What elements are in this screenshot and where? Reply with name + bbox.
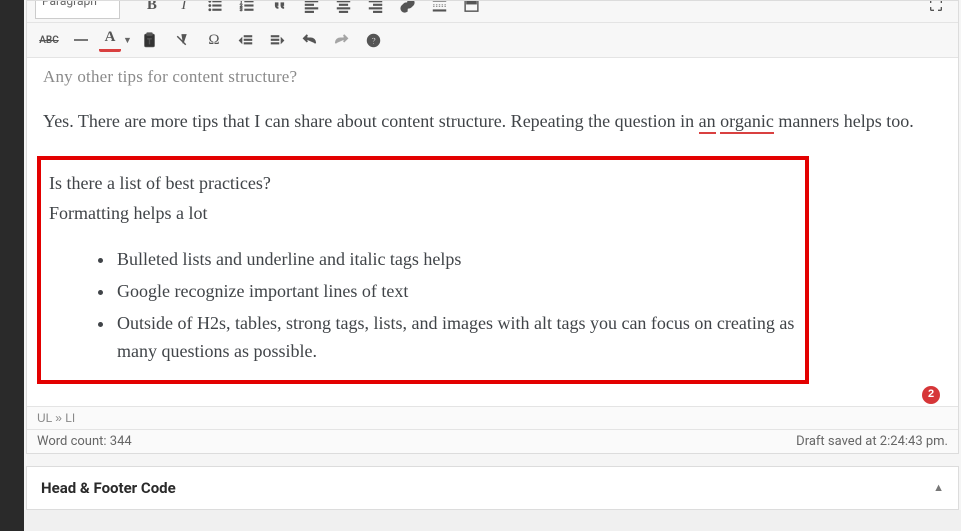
classic-editor: Paragraph B I 123 <box>26 0 959 454</box>
hr-button[interactable] <box>67 26 95 54</box>
toolbar-row-1: Paragraph B I 123 <box>27 1 958 23</box>
panel-toggle[interactable]: Head & Footer Code ▲ <box>27 467 958 509</box>
bullet-list: Bulleted lists and underline and italic … <box>45 246 795 366</box>
notification-badge[interactable]: 2 <box>922 386 940 404</box>
list-item: Outside of H2s, tables, strong tags, lis… <box>115 310 795 366</box>
align-center-button[interactable] <box>330 1 358 19</box>
autosave-status: Draft saved at 2:24:43 pm. <box>796 434 948 449</box>
clear-formatting-button[interactable] <box>168 26 196 54</box>
toolbar-toggle-button[interactable] <box>458 1 486 19</box>
paste-as-text-button[interactable]: T <box>136 26 164 54</box>
blockquote-button[interactable] <box>266 1 294 19</box>
hl-line-2: Formatting helps a lot <box>45 200 795 228</box>
element-path-breadcrumb[interactable]: UL » LI <box>27 406 958 429</box>
undo-button[interactable] <box>296 26 324 54</box>
admin-sidebar-sliver <box>0 0 24 531</box>
panel-title: Head & Footer Code <box>41 479 176 497</box>
format-select[interactable]: Paragraph <box>35 1 120 19</box>
editor-status-bar: Word count: 344 Draft saved at 2:24:43 p… <box>27 429 958 453</box>
fullscreen-button[interactable] <box>922 1 950 19</box>
list-item: Google recognize important lines of text <box>115 278 795 306</box>
indent-button[interactable] <box>264 26 292 54</box>
read-more-button[interactable] <box>426 1 454 19</box>
bold-button[interactable]: B <box>138 1 166 19</box>
help-button[interactable]: ? <box>360 26 388 54</box>
word-count: Word count: 344 <box>37 434 132 449</box>
cutoff-heading: Any other tips for content structure? <box>43 64 942 90</box>
align-left-button[interactable] <box>298 1 326 19</box>
text-color-button[interactable]: A <box>99 28 121 52</box>
numbered-list-button[interactable]: 123 <box>234 1 262 19</box>
svg-text:3: 3 <box>240 7 243 13</box>
spellcheck-underline: organic <box>720 111 774 134</box>
highlighted-selection-box: Is there a list of best practices? Forma… <box>37 156 809 383</box>
paragraph-1: Yes. There are more tips that I can shar… <box>43 108 942 136</box>
special-character-button[interactable]: Ω <box>200 26 228 54</box>
list-item: Bulleted lists and underline and italic … <box>115 246 795 274</box>
bulleted-list-button[interactable] <box>202 1 230 19</box>
chevron-up-icon: ▲ <box>933 481 944 494</box>
head-footer-code-panel: Head & Footer Code ▲ <box>26 466 959 510</box>
italic-button[interactable]: I <box>170 1 198 19</box>
outdent-button[interactable] <box>232 26 260 54</box>
text-color-dropdown-icon[interactable]: ▼ <box>123 35 132 46</box>
spellcheck-underline: an <box>699 111 716 134</box>
align-right-button[interactable] <box>362 1 390 19</box>
hl-line-1: Is there a list of best practices? <box>45 170 795 198</box>
editor-content[interactable]: Any other tips for content structure? Ye… <box>27 58 958 406</box>
toolbar-row-2: ABC A ▼ T Ω ? <box>27 23 958 58</box>
svg-text:?: ? <box>372 36 377 47</box>
strikethrough-button[interactable]: ABC <box>35 26 63 54</box>
link-button[interactable] <box>394 1 422 19</box>
redo-button[interactable] <box>328 26 356 54</box>
